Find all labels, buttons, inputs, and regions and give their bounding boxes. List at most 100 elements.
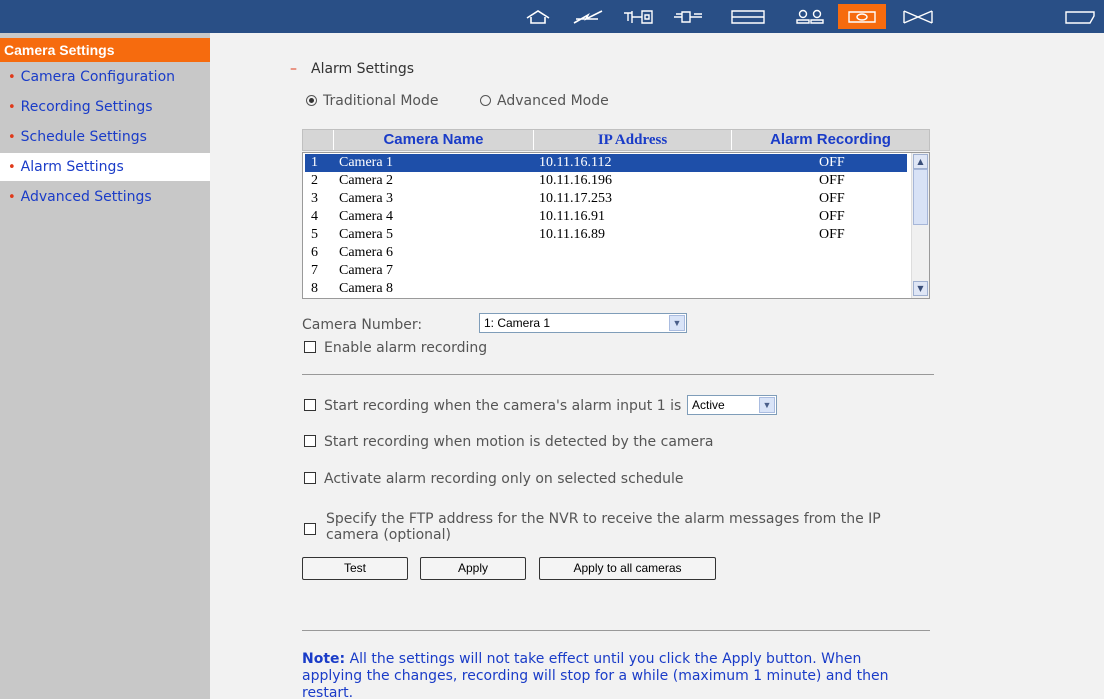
connector-icon[interactable]	[618, 4, 658, 29]
camera-list[interactable]: 1 Camera 1 10.11.16.112 OFF 2 Camera 2 10.11.…	[302, 152, 930, 299]
cell-number: 3	[311, 191, 318, 206]
cell-camera-name: Camera 7	[339, 263, 394, 278]
top-toolbar	[0, 0, 1104, 33]
cell-alarm: OFF	[819, 209, 845, 224]
cell-ip: 10.11.16.89	[539, 227, 605, 242]
cell-alarm: OFF	[819, 227, 845, 242]
apply-to-all-cameras-button[interactable]: Apply to all cameras	[539, 557, 716, 580]
sidebar-title: Camera Settings	[0, 38, 210, 62]
folder-icon[interactable]	[1060, 4, 1100, 29]
alarm-input-select[interactable]: Active ▼	[687, 395, 777, 415]
plug-icon[interactable]	[668, 4, 708, 29]
enable-alarm-checkbox[interactable]	[304, 341, 316, 353]
radio-label: Traditional Mode	[323, 93, 439, 109]
alarm-input-option[interactable]: Start recording when the camera's alarm …	[304, 398, 681, 414]
main-panel: – Alarm Settings Traditional Mode Advance…	[210, 33, 1104, 699]
camera-icon[interactable]	[838, 4, 886, 29]
list-icon[interactable]	[728, 4, 768, 29]
ftp-checkbox[interactable]	[304, 523, 316, 535]
cell-alarm: OFF	[819, 191, 845, 206]
sidebar-item-label: Camera Configuration	[20, 69, 176, 85]
cell-alarm: OFF	[819, 155, 845, 170]
cell-camera-name: Camera 5	[339, 227, 394, 242]
column-header-camera-name: Camera Name	[333, 130, 533, 150]
table-row[interactable]: 4 Camera 4 10.11.16.91 OFF	[305, 208, 907, 226]
radio-label: Advanced Mode	[497, 93, 609, 109]
sidebar-item-schedule-settings[interactable]: • Schedule Settings	[0, 123, 210, 151]
envelope-icon[interactable]	[898, 4, 938, 29]
divider	[302, 374, 934, 375]
section-title-text: Alarm Settings	[311, 61, 415, 77]
column-header-alarm-recording: Alarm Recording	[731, 130, 929, 150]
sidebar-item-label: Advanced Settings	[20, 189, 152, 205]
camera-table-header: Camera Name IP Address Alarm Recording	[302, 129, 930, 151]
schedule-option[interactable]: Activate alarm recording only on selecte…	[304, 471, 684, 487]
flash-icon[interactable]	[568, 4, 608, 29]
apply-button[interactable]: Apply	[420, 557, 526, 580]
ftp-option[interactable]: Specify the FTP address for the NVR to r…	[304, 511, 944, 543]
table-row[interactable]: 7 Camera 7	[305, 262, 907, 280]
home-icon[interactable]	[518, 4, 558, 29]
sidebar-item-alarm-settings[interactable]: • Alarm Settings	[0, 153, 210, 181]
bullet-icon: •	[8, 70, 16, 85]
scroll-down-icon[interactable]: ▼	[913, 281, 928, 296]
section-title: – Alarm Settings	[290, 61, 414, 77]
bullet-icon: •	[8, 160, 16, 175]
chevron-down-icon[interactable]: ▼	[669, 315, 685, 331]
cell-ip: 10.11.16.91	[539, 209, 605, 224]
radio-selected-icon[interactable]	[306, 95, 317, 106]
scroll-up-icon[interactable]: ▲	[913, 154, 928, 169]
cell-camera-name: Camera 6	[339, 245, 394, 260]
checkbox-label: Specify the FTP address for the NVR to r…	[326, 511, 881, 527]
cell-number: 2	[311, 173, 318, 188]
camera-number-label: Camera Number:	[302, 317, 423, 333]
test-button[interactable]: Test	[302, 557, 408, 580]
cell-number: 8	[311, 281, 318, 296]
cell-number: 1	[311, 155, 318, 170]
cell-ip: 10.11.16.196	[539, 173, 612, 188]
select-value: Active	[692, 398, 725, 412]
select-value: 1: Camera 1	[484, 316, 551, 330]
cell-ip: 10.11.17.253	[539, 191, 612, 206]
sidebar-item-advanced-settings[interactable]: • Advanced Settings	[0, 183, 210, 211]
note-text: Note: All the settings will not take eff…	[302, 651, 912, 699]
chevron-down-icon[interactable]: ▼	[759, 397, 775, 413]
checkbox-label: Start recording when motion is detected …	[324, 434, 714, 450]
cell-number: 6	[311, 245, 318, 260]
column-header-ip-address: IP Address	[533, 130, 731, 150]
cell-camera-name: Camera 1	[339, 155, 394, 170]
motion-option[interactable]: Start recording when motion is detected …	[304, 434, 713, 450]
alarm-input-checkbox[interactable]	[304, 399, 316, 411]
sidebar-item-recording-settings[interactable]: • Recording Settings	[0, 93, 210, 121]
cell-number: 7	[311, 263, 318, 278]
sidebar-item-label: Schedule Settings	[20, 129, 147, 145]
sidebar-item-camera-configuration[interactable]: • Camera Configuration	[0, 63, 210, 91]
camera-number-select[interactable]: 1: Camera 1 ▼	[479, 313, 687, 333]
cell-camera-name: Camera 8	[339, 281, 394, 296]
cell-camera-name: Camera 4	[339, 209, 394, 224]
checkbox-label: camera (optional)	[326, 527, 451, 543]
collapse-icon[interactable]: –	[290, 61, 297, 77]
sidebar-item-label: Recording Settings	[20, 99, 153, 115]
radio-unselected-icon[interactable]	[480, 95, 491, 106]
users-icon[interactable]	[790, 4, 830, 29]
radio-advanced-mode[interactable]: Advanced Mode	[480, 93, 609, 109]
cell-alarm: OFF	[819, 173, 845, 188]
divider	[302, 630, 930, 631]
radio-traditional-mode[interactable]: Traditional Mode	[306, 93, 439, 109]
cell-camera-name: Camera 3	[339, 191, 394, 206]
table-row[interactable]: 6 Camera 6	[305, 244, 907, 262]
table-row[interactable]: 2 Camera 2 10.11.16.196 OFF	[305, 172, 907, 190]
motion-checkbox[interactable]	[304, 435, 316, 447]
scroll-thumb[interactable]	[913, 169, 928, 225]
list-scrollbar[interactable]: ▲ ▼	[911, 153, 929, 298]
schedule-checkbox[interactable]	[304, 472, 316, 484]
table-row[interactable]: 3 Camera 3 10.11.17.253 OFF	[305, 190, 907, 208]
note-line: All the settings will not take effect un…	[349, 651, 862, 667]
table-row[interactable]: 8 Camera 8	[305, 280, 907, 298]
enable-alarm-option[interactable]: Enable alarm recording	[304, 340, 487, 356]
checkbox-label: Enable alarm recording	[324, 340, 488, 356]
note-line: restart.	[302, 685, 354, 699]
table-row[interactable]: 1 Camera 1 10.11.16.112 OFF	[305, 154, 907, 172]
table-row[interactable]: 5 Camera 5 10.11.16.89 OFF	[305, 226, 907, 244]
